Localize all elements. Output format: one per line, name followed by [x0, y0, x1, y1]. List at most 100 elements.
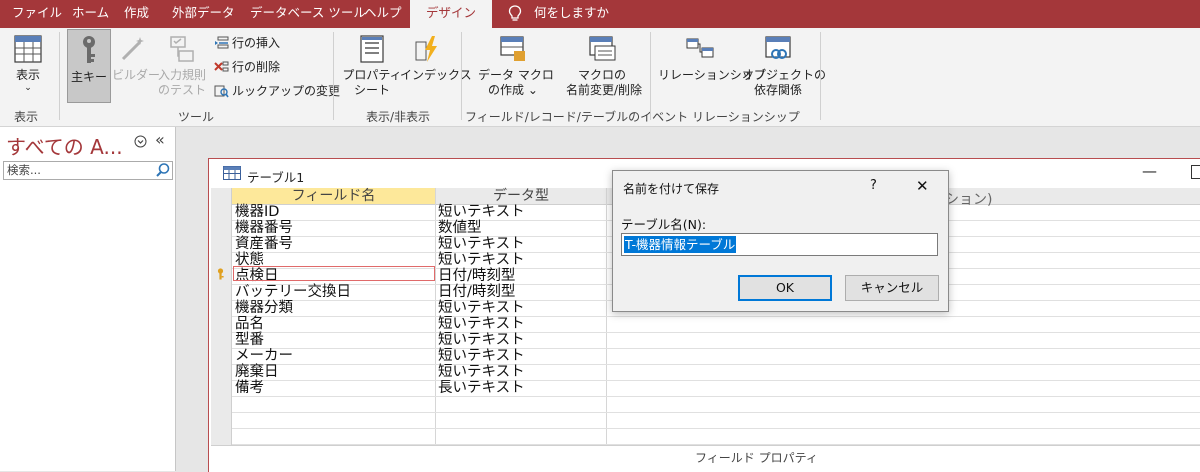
object-dependencies-button[interactable]: オブジェクトの 依存関係 [742, 34, 826, 98]
field-name-cell[interactable]: 品名 [235, 317, 264, 332]
field-properties-divider [211, 445, 1200, 446]
column-divider [606, 188, 607, 446]
cancel-button[interactable]: キャンセル [845, 275, 939, 301]
view-button[interactable]: 表示 ⌄ [8, 34, 48, 93]
row-gridline [232, 316, 1200, 317]
rename-delete-macro-label-1: マクロの [577, 68, 626, 82]
navigation-pane: すべての A... « [0, 127, 176, 471]
tab-file[interactable]: ファイル [12, 0, 62, 28]
header-field-name[interactable]: フィールド名 [232, 188, 436, 205]
collapse-pane-icon[interactable]: « [155, 130, 165, 149]
data-type-cell[interactable]: 日付/時刻型 [438, 285, 515, 300]
view-icon [14, 35, 42, 63]
row-gridline [232, 380, 1200, 381]
table-window-title: テーブル1 [247, 170, 305, 185]
data-type-cell[interactable]: 長いテキスト [438, 381, 525, 396]
builder-button[interactable]: ビルダー [112, 34, 160, 83]
tab-home[interactable]: ホーム [72, 0, 109, 28]
key-icon [83, 36, 95, 63]
field-name-cell[interactable]: 廃棄日 [235, 365, 279, 380]
object-dependencies-icon [765, 36, 791, 59]
row-gridline [232, 428, 1200, 429]
data-type-cell[interactable]: 日付/時刻型 [438, 269, 515, 284]
tab-database-tools[interactable]: データベース ツール [250, 0, 366, 28]
group-separator [59, 32, 60, 120]
property-sheet-button[interactable]: プロパティ シート [342, 34, 402, 98]
primary-key-label: 主キー [70, 70, 107, 84]
row-gridline [232, 396, 1200, 397]
group-separator [650, 32, 651, 120]
data-type-cell[interactable]: 短いテキスト [438, 317, 525, 332]
dialog-title: 名前を付けて保存 [623, 182, 720, 196]
field-name-cell[interactable]: バッテリー交換日 [235, 285, 351, 300]
field-name-cell[interactable]: 機器ID [235, 205, 279, 220]
data-type-cell[interactable]: 短いテキスト [438, 349, 525, 364]
lightning-icon [415, 36, 437, 62]
search-icon[interactable] [155, 162, 171, 178]
object-dependencies-label-1: オブジェクトの [742, 68, 827, 82]
group-label-events: フィールド/レコード/テーブルのイベント [465, 110, 689, 124]
tab-external-data[interactable]: 外部データ [172, 0, 235, 28]
tell-me-search[interactable]: 何をしますか [534, 0, 609, 28]
minimize-icon[interactable]: — [1142, 162, 1157, 180]
help-icon[interactable]: ? [870, 178, 877, 193]
data-macro-icon [500, 36, 525, 61]
table-name-input[interactable]: T-機器情報テーブル [621, 233, 938, 256]
group-separator [461, 32, 462, 120]
row-selector-column [211, 188, 232, 446]
data-type-cell[interactable]: 数値型 [438, 221, 482, 236]
validation-rules-icon [170, 36, 194, 62]
test-validation-button[interactable]: 入力規則 のテスト [155, 34, 209, 98]
field-name-cell[interactable]: 機器分類 [235, 301, 293, 316]
data-type-cell[interactable]: 短いテキスト [438, 253, 525, 268]
nav-search-box [3, 161, 173, 180]
ok-button[interactable]: OK [738, 275, 832, 301]
property-sheet-icon [360, 35, 384, 63]
field-name-cell[interactable]: メーカー [235, 349, 293, 364]
data-type-cell[interactable]: 短いテキスト [438, 237, 525, 252]
field-name-cell[interactable]: 型番 [235, 333, 264, 348]
tab-help[interactable]: ヘルプ [364, 0, 402, 28]
indexes-button[interactable]: インデックス [400, 34, 472, 83]
insert-rows-button[interactable]: 行の挿入 [214, 34, 280, 52]
relationships-button[interactable]: リレーションシップ [658, 34, 766, 83]
header-data-type[interactable]: データ型 [436, 188, 607, 205]
table-name-value: T-機器情報テーブル [624, 236, 737, 253]
field-name-cell[interactable]: 資産番号 [235, 237, 293, 252]
group-label-view: 表示 [14, 110, 39, 124]
maximize-icon[interactable] [1191, 165, 1200, 179]
rename-delete-macro-button[interactable]: マクロの 名前変更/削除 [566, 34, 642, 98]
wand-icon [121, 37, 144, 61]
data-type-cell[interactable]: 短いテキスト [438, 333, 525, 348]
modify-lookups-label: ルックアップの変更 [232, 84, 341, 98]
property-sheet-label-1: プロパティ [342, 68, 402, 82]
row-gridline [232, 412, 1200, 413]
create-data-macros-button[interactable]: データ マクロ の作成 ⌄ [478, 34, 554, 98]
row-gridline [232, 364, 1200, 365]
chevron-down-icon: ⌄ [24, 83, 32, 93]
data-type-cell[interactable]: 短いテキスト [438, 365, 525, 380]
relationships-icon [686, 38, 714, 58]
row-gridline [232, 332, 1200, 333]
close-icon[interactable]: ✕ [916, 177, 929, 195]
tab-design[interactable]: デザイン [410, 0, 492, 28]
save-as-dialog: 名前を付けて保存 ? ✕ テーブル名(N): T-機器情報テーブル OK キャン… [612, 170, 949, 312]
nav-pane-title[interactable]: すべての A... [6, 131, 123, 160]
modify-lookups-button[interactable]: ルックアップの変更 [214, 82, 340, 100]
insert-rows-label: 行の挿入 [232, 36, 281, 50]
row-gridline [232, 348, 1200, 349]
primary-key-button[interactable]: 主キー [67, 29, 111, 103]
field-name-cell[interactable]: 備考 [235, 381, 264, 396]
nav-search-input[interactable] [4, 162, 156, 177]
delete-rows-button[interactable]: 行の削除 [214, 58, 280, 76]
data-type-cell[interactable]: 短いテキスト [438, 301, 525, 316]
dropdown-circle-icon[interactable] [134, 135, 147, 148]
data-type-cell[interactable]: 短いテキスト [438, 205, 525, 220]
ribbon: 表示 ⌄ 表示 主キー ビルダー 入力規則 のテスト 行の挿入 行の削除 ルック… [0, 28, 1200, 127]
field-name-cell[interactable]: 機器番号 [235, 221, 293, 236]
rename-delete-macro-label-2: 名前変更/削除 [566, 83, 643, 97]
tab-create[interactable]: 作成 [124, 0, 149, 28]
rename-macro-icon [589, 36, 616, 61]
create-data-macros-label-1: データ マクロ [478, 68, 554, 82]
description-header-fragment: ション) [945, 192, 993, 208]
